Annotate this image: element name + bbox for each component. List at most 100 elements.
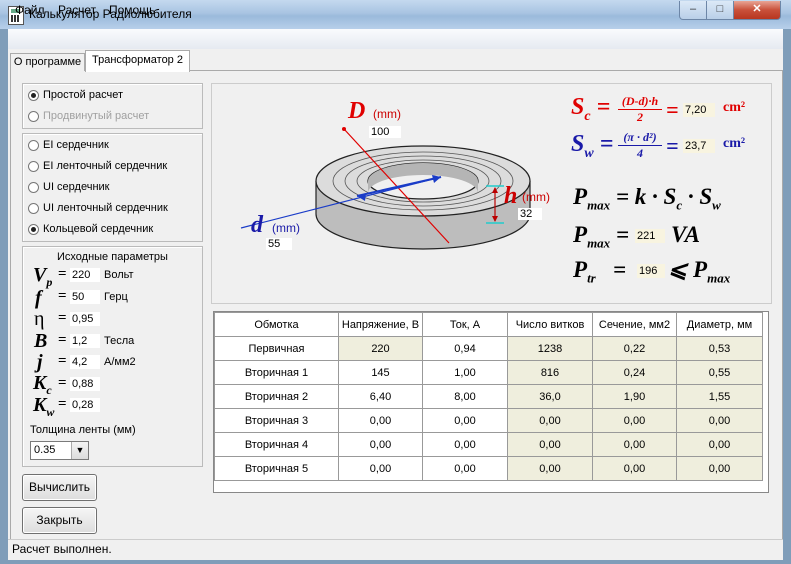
params-title: Исходные параметры <box>57 251 168 263</box>
table-row: Первичная 220 0,94 1238 0,22 0,53 <box>214 336 763 361</box>
dim-d-unit: (mm) <box>272 221 300 235</box>
formula-sc-equals: = <box>666 97 679 122</box>
cell-diameter[interactable]: 0,00 <box>676 408 763 433</box>
cell-turns[interactable]: 36,0 <box>507 384 593 409</box>
param-kw-input[interactable]: 0,28 <box>70 398 100 412</box>
radio-simple[interactable] <box>28 90 39 101</box>
cell-section[interactable]: 0,00 <box>592 408 677 433</box>
cell-diameter[interactable]: 1,55 <box>676 384 763 409</box>
close-button[interactable]: Закрыть <box>22 507 97 534</box>
tab-about[interactable]: О программе <box>10 53 85 71</box>
cell-current[interactable]: 1,00 <box>422 360 508 385</box>
radio-ei-core-label[interactable]: EI сердечник <box>43 139 109 151</box>
cell-diameter[interactable]: 0,00 <box>676 456 763 481</box>
col-header-diameter[interactable]: Диаметр, мм <box>676 312 763 337</box>
col-header-turns[interactable]: Число витков <box>507 312 593 337</box>
param-eta-input[interactable]: 0,95 <box>70 312 100 326</box>
cell-diameter[interactable]: 0,55 <box>676 360 763 385</box>
row-header[interactable]: Первичная <box>214 336 339 361</box>
param-equals: = <box>58 353 67 369</box>
radio-advanced-label: Продвинутый расчет <box>43 110 150 122</box>
cell-section[interactable]: 0,24 <box>592 360 677 385</box>
windings-table[interactable]: Обмотка Напряжение, В Ток, А Число витко… <box>213 311 769 493</box>
close-window-button[interactable]: ✕ <box>733 1 781 20</box>
formula-pmax-kscsw: Pmax = k · Sc · Sw <box>573 184 721 213</box>
cell-turns[interactable]: 1238 <box>507 336 593 361</box>
param-j-input[interactable]: 4,2 <box>70 355 100 369</box>
param-kc-input[interactable]: 0,88 <box>70 377 100 391</box>
row-header[interactable]: Вторичная 3 <box>214 408 339 433</box>
radio-ei-tape-core[interactable] <box>28 161 39 172</box>
sc-unit: cm² <box>723 100 746 115</box>
radio-ei-tape-core-label[interactable]: EI ленточный сердечник <box>43 160 167 172</box>
calculate-button[interactable]: Вычислить <box>22 474 97 501</box>
cell-diameter[interactable]: 0,53 <box>676 336 763 361</box>
menu-calc[interactable]: Расчет <box>58 3 96 17</box>
dim-h-value: 32 <box>518 208 542 220</box>
col-header-section[interactable]: Сечение, мм2 <box>592 312 677 337</box>
menu-help[interactable]: Помощь <box>109 3 155 17</box>
radio-ui-core[interactable] <box>28 182 39 193</box>
param-b-input[interactable]: 1,2 <box>70 334 100 348</box>
sc-result-value: 7,20 <box>683 103 715 117</box>
cell-current[interactable]: 0,00 <box>422 408 508 433</box>
formula-ptr-label: Ptr = <box>573 257 627 286</box>
dim-D-symbol: D <box>348 98 366 124</box>
param-f-input[interactable]: 50 <box>70 290 100 304</box>
minimize-button[interactable]: – <box>679 1 707 20</box>
cell-current[interactable]: 0,94 <box>422 336 508 361</box>
formula-sw-symbol: Sw = <box>571 131 614 161</box>
maximize-button[interactable]: □ <box>706 1 734 20</box>
radio-ui-tape-core-label[interactable]: UI ленточный сердечник <box>43 202 168 214</box>
cell-voltage[interactable]: 145 <box>338 360 423 385</box>
col-header-current[interactable]: Ток, А <box>422 312 508 337</box>
cell-turns[interactable]: 816 <box>507 360 593 385</box>
param-equals: = <box>58 288 67 304</box>
cell-section[interactable]: 0,22 <box>592 336 677 361</box>
param-equals: = <box>58 396 67 412</box>
cell-turns[interactable]: 0,00 <box>507 408 593 433</box>
radio-ui-core-label[interactable]: UI сердечник <box>43 181 109 193</box>
col-header-voltage[interactable]: Напряжение, В <box>338 312 423 337</box>
cell-voltage[interactable]: 0,00 <box>338 408 423 433</box>
tab-transformer-2[interactable]: Трансформатор 2 <box>85 50 190 72</box>
col-header-winding[interactable]: Обмотка <box>214 312 339 337</box>
radio-advanced <box>28 111 39 122</box>
radio-ei-core[interactable] <box>28 140 39 151</box>
table-row: Вторичная 4 0,00 0,00 0,00 0,00 0,00 <box>214 432 763 457</box>
menu-file[interactable]: Файл <box>15 3 45 17</box>
param-vp-input[interactable]: 220 <box>70 268 100 282</box>
cell-diameter[interactable]: 0,00 <box>676 432 763 457</box>
cell-current[interactable]: 0,00 <box>422 456 508 481</box>
cell-current[interactable]: 0,00 <box>422 432 508 457</box>
cell-voltage[interactable]: 220 <box>338 336 423 361</box>
tape-thickness-select[interactable]: 0.35 ▼ <box>30 441 89 460</box>
param-equals: = <box>58 266 67 282</box>
row-header[interactable]: Вторичная 5 <box>214 456 339 481</box>
param-b-symbol: B <box>34 330 48 352</box>
radio-toroid-core[interactable] <box>28 224 39 235</box>
table-header-row: Обмотка Напряжение, В Ток, А Число витко… <box>214 312 763 337</box>
param-equals: = <box>58 332 67 348</box>
row-header[interactable]: Вторичная 1 <box>214 360 339 385</box>
cell-voltage[interactable]: 0,00 <box>338 456 423 481</box>
cell-turns[interactable]: 0,00 <box>507 456 593 481</box>
param-equals: = <box>58 310 67 326</box>
radio-simple-label[interactable]: Простой расчет <box>43 89 123 101</box>
cell-section[interactable]: 0,00 <box>592 432 677 457</box>
cell-section[interactable]: 0,00 <box>592 456 677 481</box>
pmax-result-value: 221 <box>635 229 665 243</box>
radio-toroid-core-label[interactable]: Кольцевой сердечник <box>43 223 153 235</box>
radio-ui-tape-core[interactable] <box>28 203 39 214</box>
cell-voltage[interactable]: 6,40 <box>338 384 423 409</box>
cell-voltage[interactable]: 0,00 <box>338 432 423 457</box>
row-header[interactable]: Вторичная 2 <box>214 384 339 409</box>
formula-sw-equals: = <box>666 133 679 158</box>
cell-turns[interactable]: 0,00 <box>507 432 593 457</box>
cell-current[interactable]: 8,00 <box>422 384 508 409</box>
cell-section[interactable]: 1,90 <box>592 384 677 409</box>
param-f-symbol: f <box>35 287 42 309</box>
formula-ptr-compare: ⩽ Pmax <box>668 257 731 286</box>
row-header[interactable]: Вторичная 4 <box>214 432 339 457</box>
chevron-down-icon[interactable]: ▼ <box>71 442 88 459</box>
